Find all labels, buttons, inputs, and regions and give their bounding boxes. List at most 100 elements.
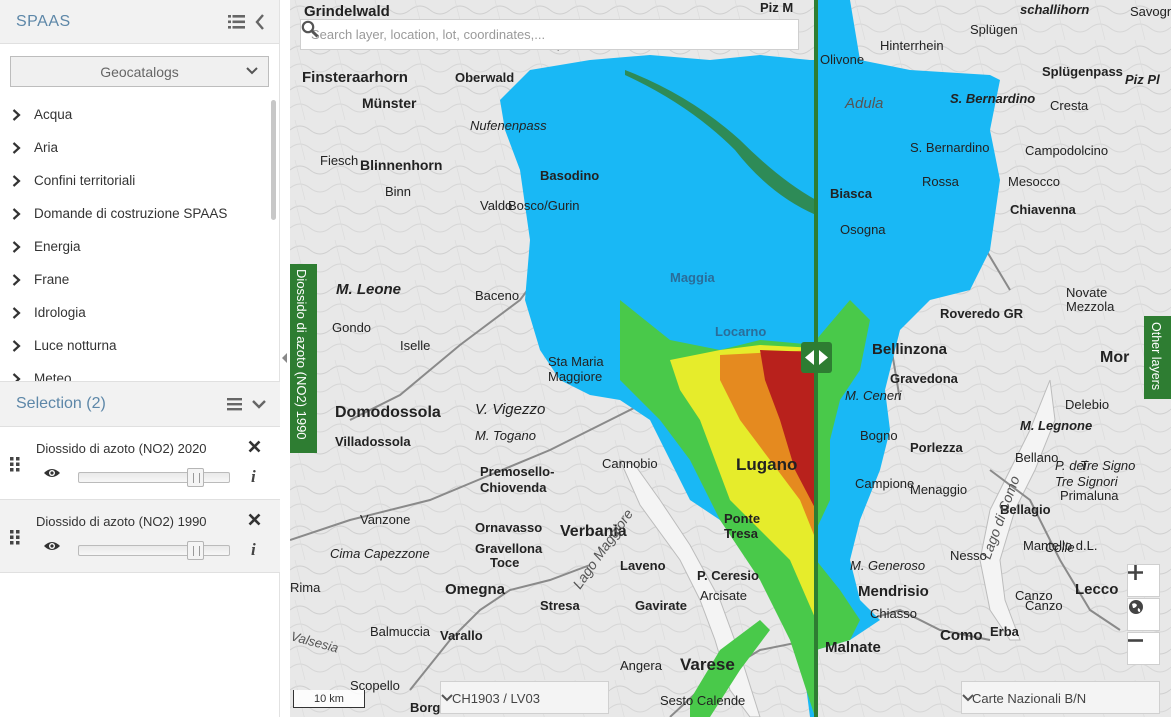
- chevron-down-icon[interactable]: [252, 398, 266, 410]
- svg-text:Tresa: Tresa: [724, 526, 759, 541]
- svg-text:Tre Signori: Tre Signori: [1055, 474, 1119, 489]
- visibility-eye-icon[interactable]: [43, 540, 61, 552]
- info-icon[interactable]: i: [251, 467, 256, 487]
- chevron-right-icon: [12, 108, 34, 121]
- opacity-slider-thumb[interactable]: [186, 468, 204, 487]
- catalog-item[interactable]: Idrologia: [0, 296, 280, 329]
- chevron-down-icon: [962, 694, 974, 702]
- opacity-slider-thumb[interactable]: [186, 541, 204, 560]
- svg-text:Sta Maria: Sta Maria: [548, 354, 604, 369]
- svg-text:Arcisate: Arcisate: [700, 588, 747, 603]
- selection-menu-icon[interactable]: [227, 397, 242, 411]
- zoom-out-button[interactable]: [1127, 632, 1160, 665]
- svg-text:Tre Signo: Tre Signo: [1080, 458, 1135, 473]
- layer-name: Diossido di azoto (NO2) 2020: [36, 441, 207, 456]
- svg-text:P. Ceresio: P. Ceresio: [697, 568, 759, 583]
- catalog-item[interactable]: Luce notturna: [0, 329, 280, 362]
- scale-bar: 10 km: [293, 690, 365, 708]
- catalog-list: Acqua Aria Confini territoriali Domande di …: [0, 98, 280, 381]
- map-view[interactable]: Grindelwald Finsteraarhorn Oberwald Müns…: [290, 0, 1171, 717]
- coordinate-system-select[interactable]: CH1903 / LV03: [440, 681, 609, 714]
- svg-text:Varallo: Varallo: [440, 628, 483, 643]
- list-view-icon[interactable]: [228, 14, 245, 29]
- swipe-handle[interactable]: [801, 342, 832, 373]
- svg-text:Rossa: Rossa: [922, 174, 960, 189]
- catalog-item[interactable]: Meteo: [0, 362, 280, 381]
- svg-text:Lugano: Lugano: [736, 455, 797, 474]
- coordinate-system-label: CH1903 / LV03: [452, 691, 540, 706]
- remove-layer-icon[interactable]: [248, 440, 261, 453]
- svg-text:Gravellona: Gravellona: [475, 541, 543, 556]
- svg-text:Bellano: Bellano: [1015, 450, 1058, 465]
- minus-icon: [1128, 639, 1143, 642]
- search-icon[interactable]: [301, 20, 319, 38]
- svg-text:M. Generoso: M. Generoso: [850, 558, 925, 573]
- svg-text:Laveno: Laveno: [620, 558, 666, 573]
- map-canvas[interactable]: Grindelwald Finsteraarhorn Oberwald Müns…: [290, 0, 1171, 717]
- basemap-select[interactable]: Carte Nazionali B/N: [961, 681, 1160, 714]
- chevron-right-icon: [12, 339, 34, 352]
- search-box[interactable]: [300, 19, 799, 50]
- svg-text:Angera: Angera: [620, 658, 663, 673]
- opacity-slider[interactable]: [78, 468, 230, 487]
- svg-text:M. Legnone: M. Legnone: [1020, 418, 1092, 433]
- collapse-sidebar-icon[interactable]: [255, 13, 265, 30]
- catalog-item-label: Frane: [34, 272, 70, 287]
- svg-text:Finsteraarhorn: Finsteraarhorn: [302, 69, 408, 86]
- scale-label: 10 km: [314, 693, 344, 705]
- selected-layer-row[interactable]: Diossido di azoto (NO2) 2020 i: [0, 427, 280, 500]
- catalog-item[interactable]: Aria: [0, 131, 280, 164]
- svg-text:Lecco: Lecco: [1075, 581, 1118, 598]
- other-layers-tab[interactable]: Other layers: [1144, 316, 1171, 399]
- globe-button[interactable]: [1127, 598, 1160, 631]
- plus-icon: [1128, 565, 1143, 580]
- svg-text:Savognin: Savognin: [1130, 4, 1171, 19]
- catalog-item-label: Energia: [34, 239, 81, 254]
- svg-text:Cima Capezzone: Cima Capezzone: [330, 546, 430, 561]
- svg-text:Bogno: Bogno: [860, 428, 898, 443]
- catalog-item[interactable]: Frane: [0, 263, 280, 296]
- svg-text:Binn: Binn: [385, 184, 411, 199]
- svg-text:Malnate: Malnate: [825, 639, 881, 656]
- catalog-item[interactable]: Energia: [0, 230, 280, 263]
- sidebar-resize-grip-icon[interactable]: [281, 348, 289, 368]
- svg-text:Mezzola: Mezzola: [1066, 299, 1115, 314]
- chevron-right-icon: [12, 141, 34, 154]
- svg-text:Erba: Erba: [990, 624, 1020, 639]
- drag-handle-icon[interactable]: [9, 530, 21, 545]
- sidebar-header: SPAAS: [0, 0, 279, 44]
- svg-text:Ornavasso: Ornavasso: [475, 520, 542, 535]
- catalog-item[interactable]: Acqua: [0, 98, 280, 131]
- svg-text:Delebio: Delebio: [1065, 397, 1109, 412]
- catalog-item-label: Meteo: [34, 371, 72, 381]
- svg-text:Premosello-: Premosello-: [480, 464, 554, 479]
- geocatalog-select[interactable]: Geocatalogs: [10, 56, 269, 87]
- svg-text:Hinterrhein: Hinterrhein: [880, 38, 944, 53]
- other-layers-tab-label: Other layers: [1149, 322, 1163, 391]
- chevron-right-icon: [12, 207, 34, 220]
- drag-handle-icon[interactable]: [9, 457, 21, 472]
- svg-text:Bosco/Gurin: Bosco/Gurin: [508, 198, 580, 213]
- svg-text:Grindelwald: Grindelwald: [304, 3, 390, 20]
- svg-text:Mesocco: Mesocco: [1008, 174, 1060, 189]
- svg-text:M. Ceneri: M. Ceneri: [845, 388, 902, 403]
- svg-text:S. Bernardino: S. Bernardino: [910, 140, 990, 155]
- catalog-item[interactable]: Confini territoriali: [0, 164, 280, 197]
- svg-text:Piz M: Piz M: [760, 0, 793, 15]
- chevron-right-icon: [12, 240, 34, 253]
- opacity-slider[interactable]: [78, 541, 230, 560]
- catalog-item[interactable]: Domande di costruzione SPAAS: [0, 197, 280, 230]
- zoom-in-button[interactable]: [1127, 564, 1160, 597]
- catalog-scrollbar[interactable]: [271, 100, 276, 220]
- info-icon[interactable]: i: [251, 540, 256, 560]
- left-layer-tab[interactable]: Diossido di azoto (NO2) 1990: [290, 264, 317, 453]
- svg-text:Maggia: Maggia: [670, 270, 716, 285]
- svg-text:Rima: Rima: [290, 580, 321, 595]
- remove-layer-icon[interactable]: [248, 513, 261, 526]
- svg-text:Villadossola: Villadossola: [335, 434, 411, 449]
- svg-text:Menaggio: Menaggio: [910, 482, 967, 497]
- selected-layer-row[interactable]: Diossido di azoto (NO2) 1990 i: [0, 500, 280, 573]
- search-input[interactable]: [301, 20, 761, 49]
- left-layer-tab-label: Diossido di azoto (NO2) 1990: [294, 269, 309, 440]
- visibility-eye-icon[interactable]: [43, 467, 61, 479]
